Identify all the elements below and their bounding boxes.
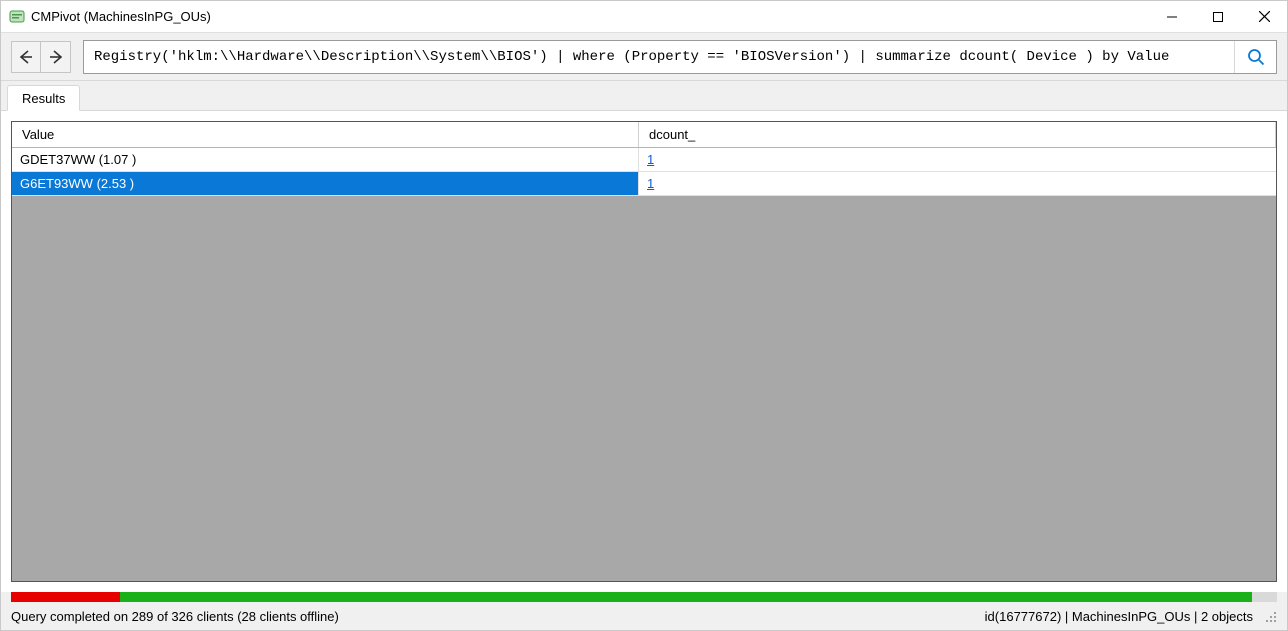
query-input[interactable]: Registry('hklm:\\Hardware\\Description\\… [84, 49, 1234, 65]
column-header-value[interactable]: Value [12, 122, 639, 147]
status-details: id(16777672) | MachinesInPG_OUs | 2 obje… [985, 609, 1253, 624]
grid-header: Value dcount_ [12, 122, 1276, 148]
content-area: Value dcount_ GDET37WW (1.07 )1G6ET93WW … [1, 111, 1287, 592]
close-button[interactable] [1241, 1, 1287, 32]
maximize-button[interactable] [1195, 1, 1241, 32]
forward-button[interactable] [41, 41, 71, 73]
run-query-button[interactable] [1234, 41, 1276, 73]
status-message: Query completed on 289 of 326 clients (2… [11, 609, 985, 624]
toolbar: Registry('hklm:\\Hardware\\Description\\… [1, 33, 1287, 81]
column-header-dcount[interactable]: dcount_ [639, 122, 1276, 147]
dcount-link[interactable]: 1 [647, 176, 654, 191]
tab-results[interactable]: Results [7, 85, 80, 111]
results-grid: Value dcount_ GDET37WW (1.07 )1G6ET93WW … [11, 121, 1277, 582]
resize-grip-icon[interactable] [1263, 609, 1277, 623]
grid-body: GDET37WW (1.07 ) 1 G6ET93WW (2.53 ) 1 [12, 148, 1276, 581]
progress-success [120, 592, 1252, 602]
cell-dcount: 1 [639, 148, 1276, 171]
status-info: id(16777672) | MachinesInPG_OUs | 2 obje… [985, 609, 1277, 624]
cell-dcount: 1 [639, 172, 1276, 195]
tab-strip: Results [1, 81, 1287, 111]
progress-remaining [1252, 592, 1277, 602]
minimize-button[interactable] [1149, 1, 1195, 32]
progress-bar [11, 592, 1277, 602]
app-icon [9, 9, 25, 25]
progress-failed [11, 592, 120, 602]
cell-value: G6ET93WW (2.53 ) [12, 172, 639, 195]
cell-value: GDET37WW (1.07 ) [12, 148, 639, 171]
statusbar: Query completed on 289 of 326 clients (2… [1, 602, 1287, 630]
back-button[interactable] [11, 41, 41, 73]
app-window: CMPivot (MachinesInPG_OUs) Registry('hkl… [0, 0, 1288, 631]
window-controls [1149, 1, 1287, 32]
table-row[interactable]: GDET37WW (1.07 ) 1 [12, 148, 1276, 172]
titlebar: CMPivot (MachinesInPG_OUs) [1, 1, 1287, 33]
window-title: CMPivot (MachinesInPG_OUs) [31, 9, 1149, 24]
dcount-link[interactable]: 1 [647, 152, 654, 167]
query-box: Registry('hklm:\\Hardware\\Description\\… [83, 40, 1277, 74]
table-row[interactable]: G6ET93WW (2.53 ) 1 [12, 172, 1276, 196]
